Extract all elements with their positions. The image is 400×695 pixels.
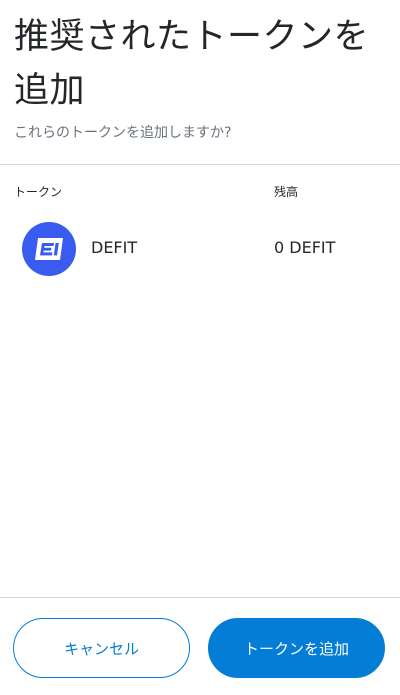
- column-header-token: トークン: [14, 185, 63, 199]
- defit-logo-glyph: [35, 238, 63, 260]
- token-row: DEFIT 0 DEFIT: [0, 220, 400, 276]
- token-symbol: DEFIT: [91, 238, 138, 257]
- defit-token-icon: [22, 222, 76, 276]
- page-title: 推奨されたトークンを追加: [14, 17, 370, 111]
- add-suggested-tokens-page: 推奨されたトークンを追加 これらのトークンを追加しますか? トークン 残高 DE…: [0, 0, 400, 695]
- footer-divider: [0, 597, 400, 598]
- add-token-button[interactable]: トークンを追加: [208, 618, 385, 678]
- column-header-balance: 残高: [274, 185, 299, 199]
- header-divider: [0, 164, 400, 165]
- cancel-button[interactable]: キャンセル: [13, 618, 190, 678]
- page-subtitle: これらのトークンを追加しますか?: [14, 125, 232, 141]
- token-balance: 0 DEFIT: [274, 238, 336, 257]
